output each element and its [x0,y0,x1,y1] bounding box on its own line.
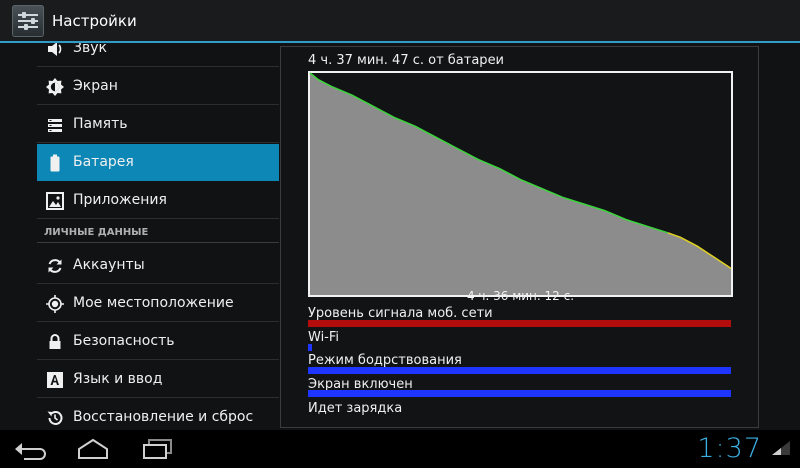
brightness-icon [46,78,64,96]
battery-icon [50,154,60,172]
menu-item-label: Безопасность [73,333,175,349]
action-bar: Настройки [0,0,800,43]
restore-icon [47,411,63,425]
menu-item-security[interactable]: Безопасность [37,323,279,360]
awake-bar [308,367,731,374]
menu-item-sound[interactable]: Звук [37,43,279,67]
storage-icon [48,119,62,132]
menu-item-accounts[interactable]: Аккаунты [37,247,279,284]
menu-item-label: Восстановление и сброс [73,409,254,425]
section-header-personal: ЛИЧНЫЕ ДАННЫЕ [44,227,149,238]
navigation-bar: 1:37 [0,430,800,468]
menu-item-label: Мое местоположение [73,295,234,311]
menu-item-label: Язык и ввод [73,371,163,387]
menu-item-apps[interactable]: Приложения [37,182,279,219]
status-clock: 1:37 [697,433,762,464]
menu-item-label: Приложения [73,192,167,208]
back-icon[interactable] [10,436,52,462]
menu-item-battery[interactable]: Батарея [37,144,279,181]
home-icon[interactable] [72,436,114,462]
menu-item-label: Батарея [73,154,134,170]
speaker-icon [48,43,62,56]
sync-icon [48,259,62,273]
signal-icon [772,441,790,455]
signal-strength-bar [308,320,731,327]
menu-item-label: Звук [73,43,107,56]
language-icon [47,372,63,388]
screen-on-bar [308,390,731,397]
settings-menu: Звук Экран Память Батарея Приложения ЛИЧ… [37,43,279,430]
wifi-bar [308,344,312,351]
charging-label: Идет зарядка [308,401,403,416]
menu-item-display[interactable]: Экран [37,68,279,105]
apps-icon [46,192,64,210]
menu-item-language[interactable]: Язык и ввод [37,361,279,398]
signal-strength-label: Уровень сигнала моб. сети [308,306,493,321]
battery-time-title: 4 ч. 37 мин. 47 с. от батареи [308,53,505,68]
settings-app-icon[interactable] [12,5,44,37]
battery-duration-label: 4 ч. 36 мин. 12 с. [466,289,575,303]
section-divider [37,242,279,243]
location-icon [46,295,64,313]
battery-details-panel: 4 ч. 37 мин. 47 с. от батареи 4 ч. 36 ми… [280,46,759,428]
menu-item-label: Аккаунты [73,257,145,273]
menu-item-restore[interactable]: Восстановление и сброс [37,399,279,430]
menu-item-location[interactable]: Мое местоположение [37,285,279,322]
menu-item-label: Память [73,116,128,132]
menu-item-label: Экран [73,78,118,94]
menu-item-storage[interactable]: Память [37,106,279,143]
awake-label: Режим бодрствования [308,353,462,368]
lock-icon [49,334,61,349]
app-title: Настройки [52,12,137,30]
recent-apps-icon[interactable] [137,436,179,462]
battery-history-chart [308,71,733,297]
wifi-label: Wi-Fi [308,330,340,345]
